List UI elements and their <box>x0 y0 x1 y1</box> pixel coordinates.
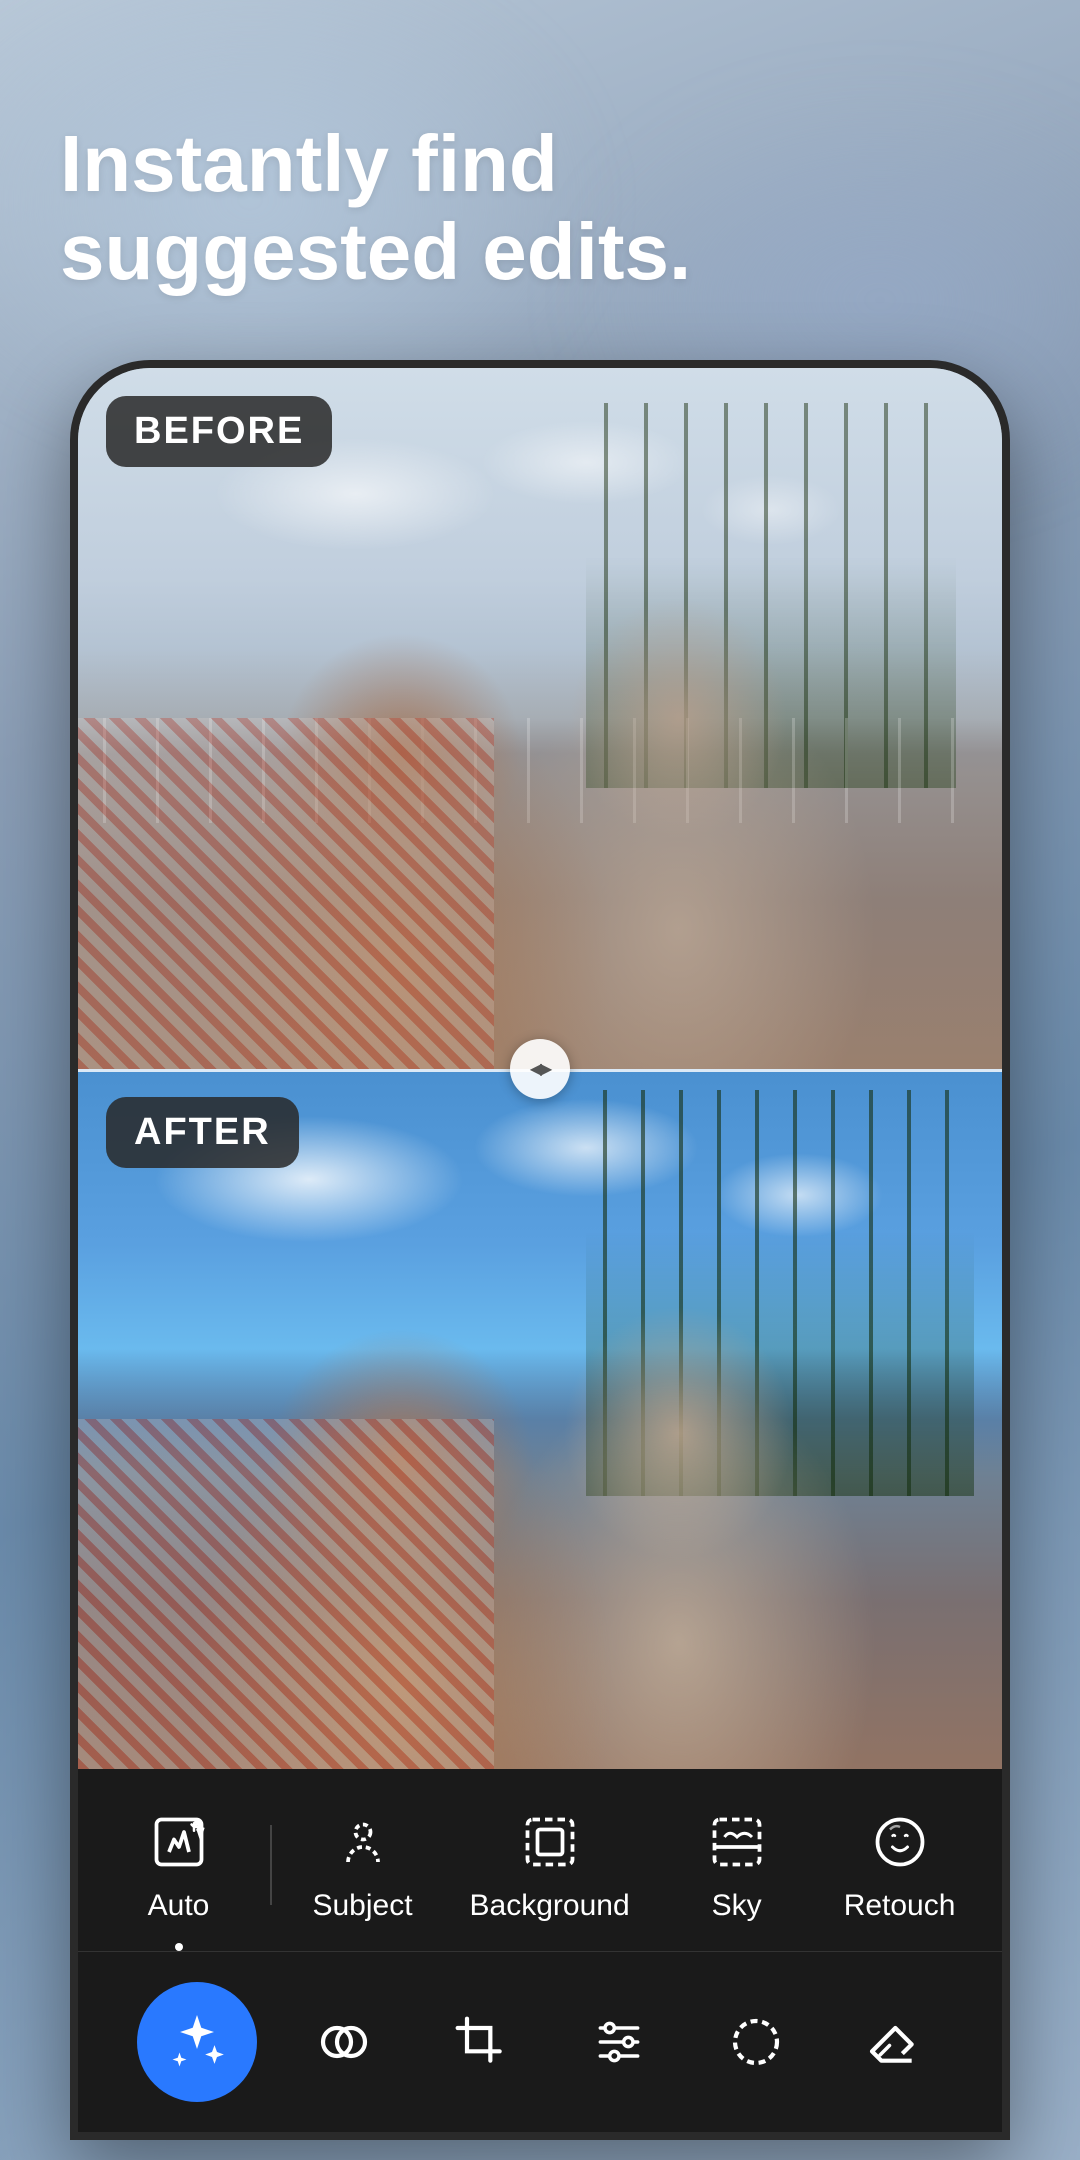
auto-label: Auto <box>148 1889 210 1923</box>
toolbar-tools: Auto Subject <box>78 1789 1002 1952</box>
subject-person-icon <box>333 1812 393 1872</box>
magic-wand-icon <box>167 2012 227 2072</box>
action-bar <box>78 1952 1002 2122</box>
select-button[interactable] <box>706 1992 806 2092</box>
before-clothing <box>78 718 494 1068</box>
toolbar: Auto Subject <box>78 1769 1002 2132</box>
sky-icon <box>702 1807 772 1877</box>
tool-auto[interactable]: Auto <box>109 1799 249 1931</box>
auto-enhance-icon <box>149 1812 209 1872</box>
image-comparison-wrapper: BEFORE AFTER <box>78 368 1002 1769</box>
subject-icon <box>328 1807 398 1877</box>
sliders-icon <box>591 2014 647 2070</box>
select-circle-icon <box>728 2014 784 2070</box>
magic-edit-button[interactable] <box>137 1982 257 2102</box>
overlay-button[interactable] <box>294 1992 394 2092</box>
phone-container: BEFORE AFTER <box>70 360 1010 2160</box>
after-section: AFTER <box>78 1069 1002 1770</box>
background-label: Background <box>470 1889 630 1923</box>
retouch-face-icon <box>870 1812 930 1872</box>
sky-landscape-icon <box>707 1812 767 1872</box>
eraser-icon <box>865 2014 921 2070</box>
drag-handle[interactable] <box>510 1039 570 1099</box>
after-clothing <box>78 1419 494 1769</box>
crop-button[interactable] <box>431 1992 531 2092</box>
overlay-circle-icon <box>316 2014 372 2070</box>
tool-divider-1 <box>270 1825 272 1905</box>
subject-label: Subject <box>312 1889 412 1923</box>
headline-line1: Instantly find <box>60 119 558 208</box>
headline-line2: suggested edits. <box>60 207 691 296</box>
tool-sky[interactable]: Sky <box>667 1799 807 1931</box>
adjust-button[interactable] <box>569 1992 669 2092</box>
after-label: AFTER <box>106 1097 299 1168</box>
retouch-label: Retouch <box>844 1889 956 1923</box>
background-frame-icon <box>520 1812 580 1872</box>
tool-background[interactable]: Background <box>454 1799 646 1931</box>
sky-label: Sky <box>712 1889 762 1923</box>
erase-button[interactable] <box>843 1992 943 2092</box>
tool-subject[interactable]: Subject <box>293 1799 433 1931</box>
background-icon <box>515 1807 585 1877</box>
auto-icon <box>144 1807 214 1877</box>
before-section: BEFORE <box>78 368 1002 1069</box>
crop-icon <box>453 2014 509 2070</box>
headline: Instantly find suggested edits. <box>60 120 691 296</box>
phone-frame: BEFORE AFTER <box>70 360 1010 2140</box>
retouch-icon <box>865 1807 935 1877</box>
tool-retouch[interactable]: Retouch <box>828 1799 972 1931</box>
before-label: BEFORE <box>106 396 332 467</box>
